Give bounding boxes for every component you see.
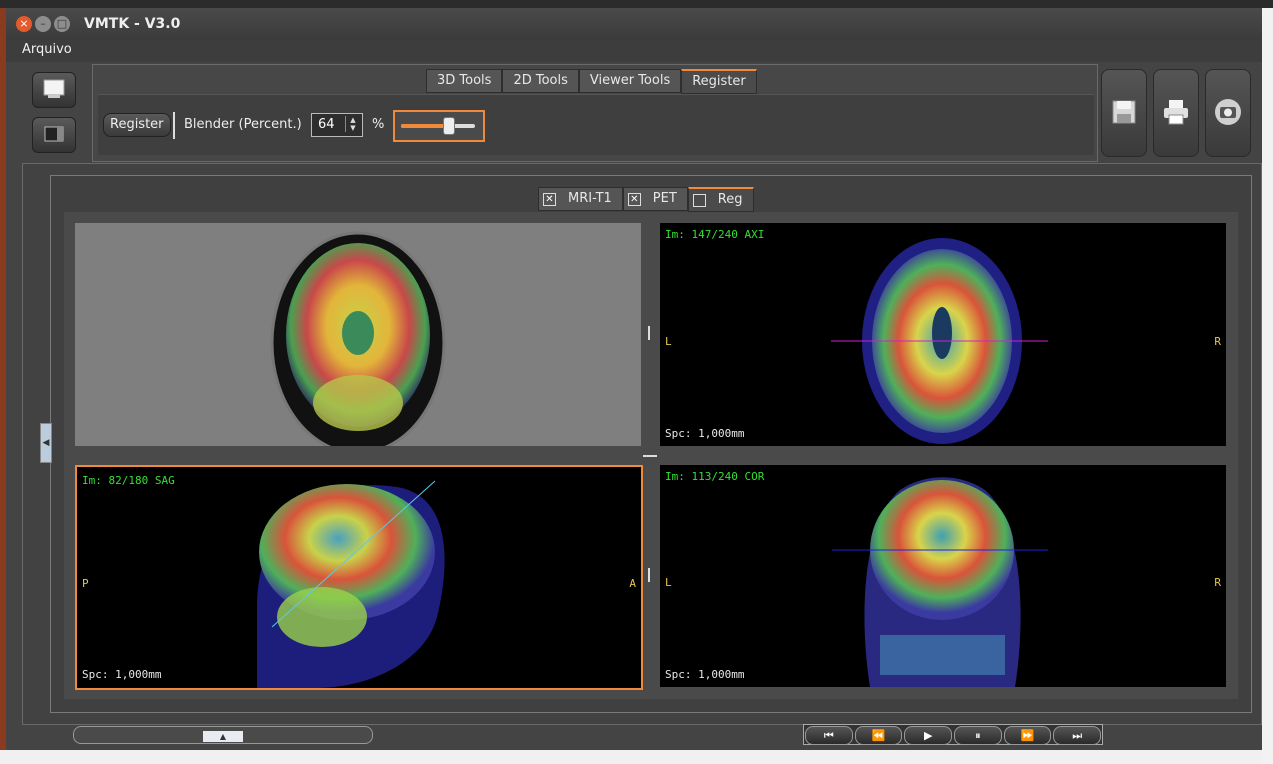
layer-tabs: ✕ MRI-T1 ✕ PET Reg [538,187,754,212]
floppy-disk-icon [1112,100,1136,124]
camera-icon [1215,99,1241,125]
blender-spinbox[interactable]: 64 ▲ ▼ [311,113,363,137]
print-button[interactable] [1153,69,1199,157]
sagittal-right-marker: A [629,577,636,590]
layer-label-reg: Reg [717,192,743,207]
view-axial[interactable]: Im: 147/240 AXI L R Spc: 1,000mm [660,223,1226,446]
view-coronal[interactable]: Im: 113/240 COR L R Spc: 1,000mm [660,465,1226,687]
tab-3d-tools[interactable]: 3D Tools [426,69,503,93]
layer-checkbox-reg[interactable] [692,193,706,207]
slider-handle[interactable] [443,117,456,135]
axial-right-marker: R [1214,335,1221,348]
vertical-splitter[interactable] [648,326,650,340]
first-frame-button[interactable]: ⏮ [805,726,853,745]
playback-controls: ⏮ ⏪ ▶ ⏸ ⏩ ⏭ [803,724,1103,745]
menu-arquivo[interactable]: Arquivo [22,42,72,57]
tab-viewer-tools[interactable]: Viewer Tools [578,69,682,93]
folder-icon [44,126,64,142]
register-button[interactable]: Register [103,113,171,137]
view-sagittal[interactable]: Im: 82/180 SAG P A Spc: 1,000mm [75,465,643,690]
layer-label-mri-t1: MRI-T1 [568,191,612,206]
view-3d[interactable] [75,223,641,446]
file-icon [43,79,65,98]
background-window-strip [1262,8,1273,764]
save-button[interactable] [1101,69,1147,157]
spin-arrows-icon[interactable]: ▲ ▼ [345,116,360,132]
layer-tab-reg[interactable]: Reg [687,187,754,212]
collapse-left-handle[interactable]: ◀ [40,423,52,463]
printer-icon [1164,100,1188,125]
background-desktop-strip [0,750,1262,764]
rewind-button[interactable]: ⏪ [854,726,903,745]
layer-checkbox-pet[interactable]: ✕ [627,192,641,206]
slider-fill [401,124,449,128]
window-maximize-button[interactable]: □ [54,16,70,32]
window-close-button[interactable]: × [16,16,32,32]
axial-left-marker: L [665,335,672,348]
sagittal-left-marker: P [82,577,89,590]
coronal-right-marker: R [1214,576,1221,589]
blender-label: Blender (Percent.) [184,117,302,132]
brain-3d-render [270,231,446,446]
folder-button[interactable] [32,117,76,153]
coronal-spacing: Spc: 1,000mm [665,668,745,681]
pause-button[interactable]: ⏸ [954,726,1002,745]
fast-forward-button[interactable]: ⏩ [1003,726,1052,745]
layer-tab-mri-t1[interactable]: ✕ MRI-T1 [538,187,623,211]
coronal-info: Im: 113/240 COR [665,470,765,483]
file-button[interactable] [32,72,76,108]
axial-info: Im: 147/240 AXI [665,228,765,241]
os-top-bar [0,0,1273,8]
expand-panel-button[interactable]: ▲ [203,731,243,742]
last-frame-button[interactable]: ⏭ [1053,726,1102,745]
sagittal-spacing: Spc: 1,000mm [82,668,162,681]
coronal-slice-image [832,477,1048,687]
layer-checkbox-mri-t1[interactable]: ✕ [543,192,556,206]
sagittal-info: Im: 82/180 SAG [82,474,175,487]
layer-tab-pet[interactable]: ✕ PET [622,187,688,211]
vertical-splitter-lower[interactable] [648,568,650,582]
title-bar: × – □ VMTK - V3.0 [6,8,1262,40]
tab-register[interactable]: Register [681,69,757,94]
horizontal-splitter[interactable] [643,455,657,457]
blender-value: 64 [318,117,335,132]
snapshot-button[interactable] [1205,69,1251,157]
axial-spacing: Spc: 1,000mm [665,427,745,440]
layer-label-pet: PET [652,191,677,206]
window-minimize-button[interactable]: – [35,16,51,32]
tab-2d-tools[interactable]: 2D Tools [502,69,579,93]
window-title: VMTK - V3.0 [84,16,181,32]
menu-bar: Arquivo [6,40,1262,62]
sagittal-slice-image [257,480,445,688]
axial-slice-image [831,238,1048,444]
play-button[interactable]: ▶ [904,726,953,745]
toolbar-separator [173,112,175,139]
blender-slider[interactable] [393,110,485,142]
coronal-left-marker: L [665,576,672,589]
tool-tabs: 3D Tools 2D Tools Viewer Tools Register [426,69,757,94]
percent-label: % [372,117,385,132]
